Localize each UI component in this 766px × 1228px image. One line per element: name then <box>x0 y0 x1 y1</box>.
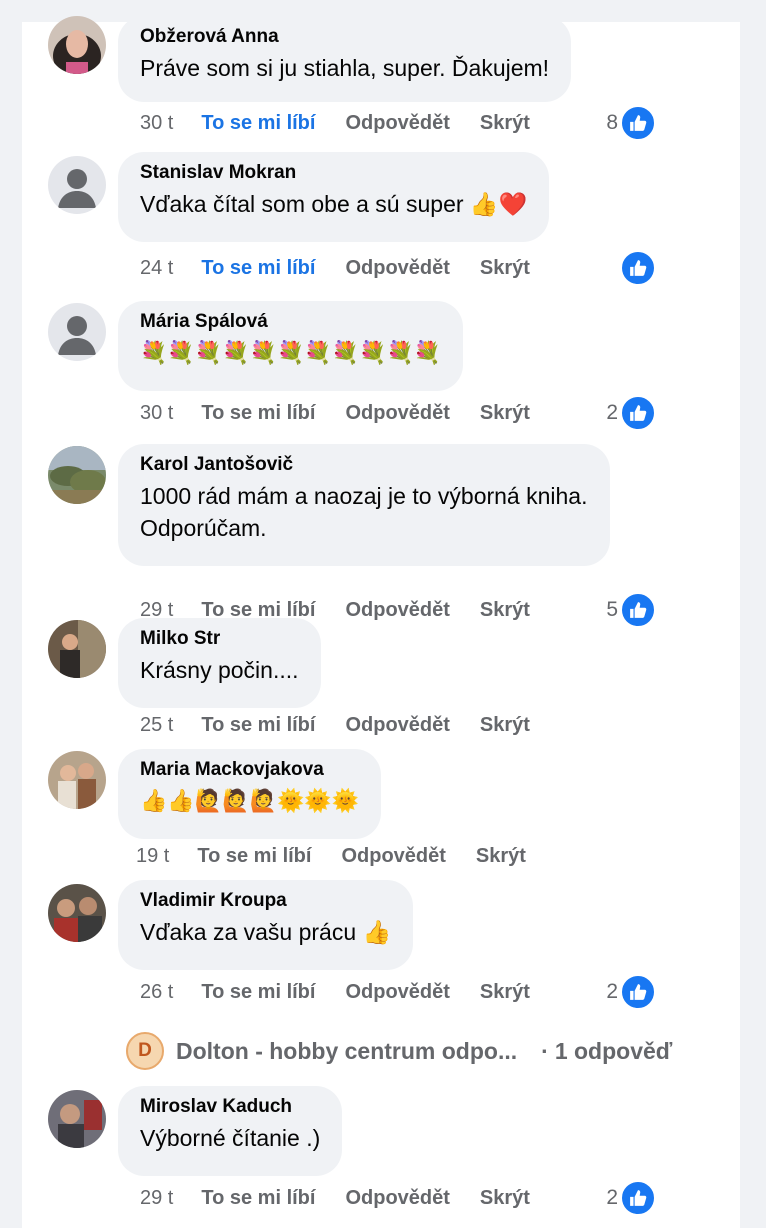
like-button[interactable]: To se mi líbí <box>201 981 315 1004</box>
comment-actions: 30 t To se mi líbí Odpovědět Skrýt <box>140 398 530 428</box>
comment-time[interactable]: 29 t <box>140 1187 173 1210</box>
reaction-count: 8 <box>606 111 618 134</box>
comment-text: 💐💐💐💐💐💐💐💐💐💐💐 <box>140 340 442 365</box>
reaction-summary[interactable]: 2 <box>606 974 656 1010</box>
comment-time[interactable]: 30 t <box>140 112 173 135</box>
comment-time[interactable]: 24 t <box>140 257 173 280</box>
reaction-summary[interactable]: 8 <box>606 105 656 141</box>
reaction-summary[interactable]: 2 <box>606 1180 656 1216</box>
like-reaction-icon <box>620 1180 656 1216</box>
like-reaction-icon <box>620 974 656 1010</box>
hide-button[interactable]: Skrýt <box>480 714 530 737</box>
avatar[interactable] <box>48 620 106 678</box>
reply-separator: · <box>541 1037 549 1064</box>
comment-author[interactable]: Obžerová Anna <box>140 26 549 48</box>
comment-time[interactable]: 26 t <box>140 981 173 1004</box>
like-button[interactable]: To se mi líbí <box>201 402 315 425</box>
like-button[interactable]: To se mi líbí <box>197 845 311 868</box>
reply-button[interactable]: Odpovědět <box>345 1187 449 1210</box>
comment-author[interactable]: Milko Str <box>140 628 299 650</box>
comment-actions: 29 t To se mi líbí Odpovědět Skrýt <box>140 1183 530 1213</box>
avatar[interactable] <box>48 156 106 214</box>
avatar[interactable] <box>48 1090 106 1148</box>
reply-button[interactable]: Odpovědět <box>345 599 449 622</box>
reply-page-name: Dolton - hobby centrum odpo... <box>176 1037 518 1064</box>
comment-bubble: Karol Jantošovič 1000 rád mám a naozaj j… <box>118 444 610 566</box>
view-replies-link[interactable]: D Dolton - hobby centrum odpo... · 1 odp… <box>126 1031 672 1071</box>
comment-text: 1000 rád mám a naozaj je to výborná knih… <box>140 483 588 541</box>
comment-text: Vďaka za vašu prácu 👍 <box>140 919 392 945</box>
hide-button[interactable]: Skrýt <box>480 981 530 1004</box>
comment-text: Vďaka čítal som obe a sú super 👍❤️ <box>140 191 528 217</box>
comments-panel: Obžerová Anna Práve som si ju stiahla, s… <box>22 16 740 1228</box>
reaction-summary[interactable] <box>618 250 656 286</box>
avatar[interactable] <box>48 303 106 361</box>
comment-text: Práve som si ju stiahla, super. Ďakujem! <box>140 55 550 81</box>
like-reaction-icon <box>620 250 656 286</box>
comment-bubble: Stanislav Mokran Vďaka čítal som obe a s… <box>118 152 550 242</box>
avatar[interactable] <box>48 16 106 74</box>
like-button[interactable]: To se mi líbí <box>201 1187 315 1210</box>
comment-bubble: Obžerová Anna Práve som si ju stiahla, s… <box>118 16 572 102</box>
comment-bubble: Milko Str Krásny počin.... <box>118 618 321 708</box>
reaction-count: 2 <box>606 1186 618 1209</box>
comment-time[interactable]: 30 t <box>140 402 173 425</box>
comment-time[interactable]: 25 t <box>140 714 173 737</box>
comment-actions: 26 t To se mi líbí Odpovědět Skrýt <box>140 977 530 1007</box>
comment-actions: 24 t To se mi líbí Odpovědět Skrýt <box>140 253 530 283</box>
comment-author[interactable]: Maria Mackovjakova <box>140 759 359 781</box>
avatar[interactable] <box>48 446 106 504</box>
comment-author[interactable]: Vladimir Kroupa <box>140 890 391 912</box>
hide-button[interactable]: Skrýt <box>480 402 530 425</box>
reply-count: 1 odpověď <box>554 1037 673 1064</box>
comment-bubble: Miroslav Kaduch Výborné čítanie .) <box>118 1086 343 1176</box>
page-avatar: D <box>126 1032 164 1070</box>
like-reaction-icon <box>620 395 656 431</box>
like-reaction-icon <box>620 592 656 628</box>
avatar[interactable] <box>48 751 106 809</box>
reaction-summary[interactable]: 5 <box>606 592 656 628</box>
comment-author[interactable]: Mária Spálová <box>140 311 441 333</box>
comment-actions: 25 t To se mi líbí Odpovědět Skrýt <box>140 710 530 740</box>
comment-bubble: Maria Mackovjakova 👍👍🙋🙋🙋🌞🌞🌞 <box>118 749 382 839</box>
comment-author[interactable]: Miroslav Kaduch <box>140 1096 320 1118</box>
comment-text: Krásny počin.... <box>140 657 299 683</box>
like-reaction-icon <box>620 105 656 141</box>
reply-button[interactable]: Odpovědět <box>341 845 445 868</box>
like-button[interactable]: To se mi líbí <box>201 714 315 737</box>
comment-author[interactable]: Stanislav Mokran <box>140 162 527 184</box>
hide-button[interactable]: Skrýt <box>476 845 526 868</box>
reaction-count: 2 <box>606 980 618 1003</box>
avatar[interactable] <box>48 884 106 942</box>
comment-text: Výborné čítanie .) <box>140 1125 321 1151</box>
reply-button[interactable]: Odpovědět <box>345 714 449 737</box>
like-button[interactable]: To se mi líbí <box>201 257 315 280</box>
reply-button[interactable]: Odpovědět <box>345 402 449 425</box>
like-button[interactable]: To se mi líbí <box>201 112 315 135</box>
comment-bubble: Vladimir Kroupa Vďaka za vašu prácu 👍 <box>118 880 414 970</box>
reaction-summary[interactable]: 2 <box>606 395 656 431</box>
comment-actions: 30 t To se mi líbí Odpovědět Skrýt <box>140 108 530 138</box>
comment-time[interactable]: 19 t <box>136 845 169 868</box>
hide-button[interactable]: Skrýt <box>480 599 530 622</box>
hide-button[interactable]: Skrýt <box>480 112 530 135</box>
comment-actions: 19 t To se mi líbí Odpovědět Skrýt <box>136 841 526 871</box>
reply-button[interactable]: Odpovědět <box>345 257 449 280</box>
hide-button[interactable]: Skrýt <box>480 1187 530 1210</box>
reply-button[interactable]: Odpovědět <box>345 112 449 135</box>
comment-bubble: Mária Spálová 💐💐💐💐💐💐💐💐💐💐💐 <box>118 301 464 391</box>
reaction-count: 2 <box>606 401 618 424</box>
reply-button[interactable]: Odpovědět <box>345 981 449 1004</box>
comment-text: 👍👍🙋🙋🙋🌞🌞🌞 <box>140 788 360 813</box>
hide-button[interactable]: Skrýt <box>480 257 530 280</box>
comment-author[interactable]: Karol Jantošovič <box>140 454 588 476</box>
reaction-count: 5 <box>606 598 618 621</box>
